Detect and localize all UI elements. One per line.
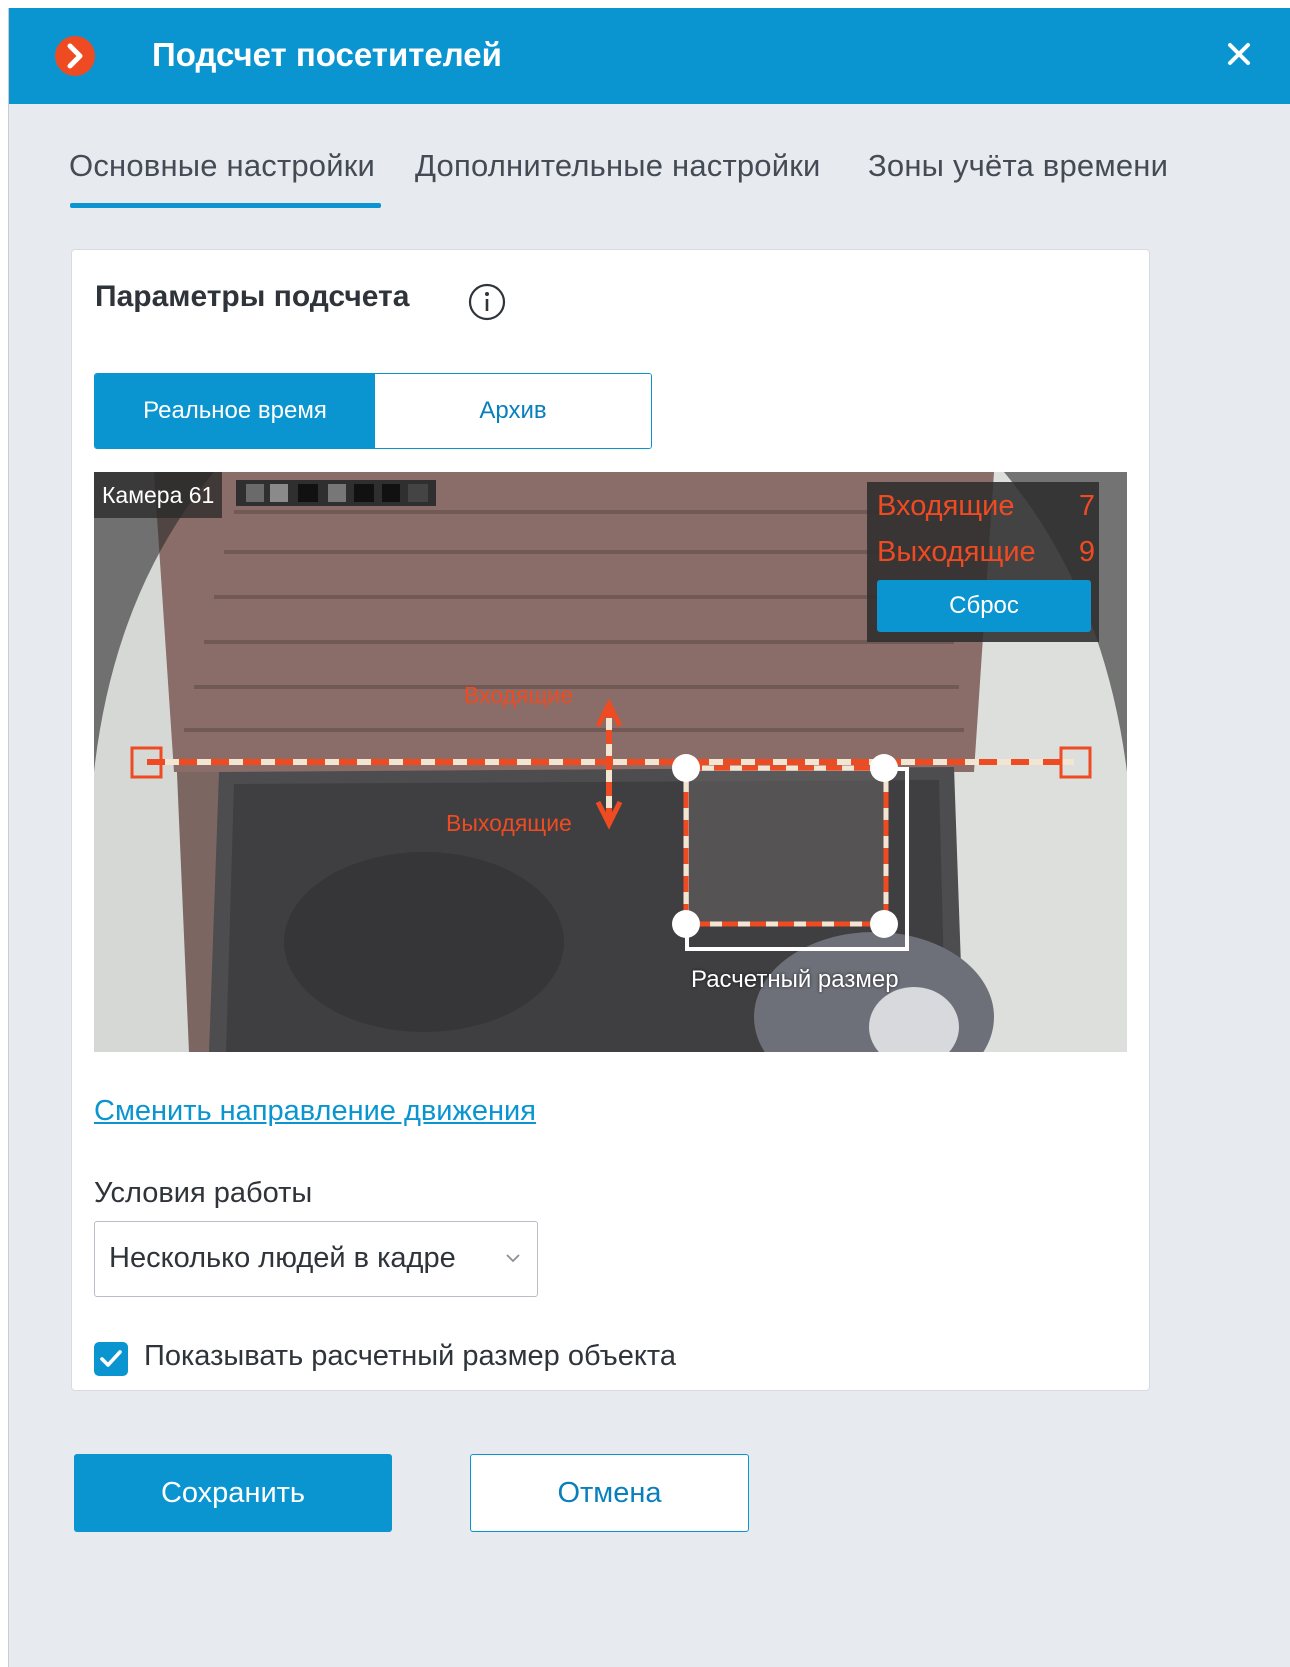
outgoing-direction-label: Выходящие bbox=[446, 810, 572, 836]
tab-basic-settings[interactable]: Основные настройки bbox=[69, 148, 375, 184]
checkmark-icon bbox=[100, 1350, 122, 1367]
tab-advanced-settings[interactable]: Дополнительные настройки bbox=[415, 148, 821, 184]
chevron-down-icon bbox=[506, 1254, 520, 1263]
outgoing-counter: Выходящие 9 bbox=[877, 536, 1095, 569]
change-direction-link[interactable]: Сменить направление движения bbox=[94, 1095, 536, 1128]
outgoing-counter-value: 9 bbox=[1078, 536, 1095, 568]
counting-parameters-panel: Параметры подсчета Реальное время Архив bbox=[71, 249, 1150, 1391]
camera-view[interactable]: Камера 61 Входящие 7 Выходящие 9 Сброс В… bbox=[94, 472, 1127, 1052]
incoming-counter-value: 7 bbox=[1078, 490, 1095, 522]
incoming-counter-label: Входящие bbox=[877, 490, 1015, 522]
dialog-window: Подсчет посетителей Основные настройки Д… bbox=[8, 8, 1290, 1667]
tab-time-zones[interactable]: Зоны учёта времени bbox=[868, 148, 1168, 184]
section-title: Параметры подсчета bbox=[95, 280, 410, 313]
estimated-size-label: Расчетный размер bbox=[691, 966, 899, 993]
incoming-direction-label: Входящие bbox=[464, 682, 574, 708]
archive-mode-button[interactable]: Архив bbox=[375, 374, 651, 448]
active-tab-indicator bbox=[70, 203, 381, 208]
cancel-button[interactable]: Отмена bbox=[470, 1454, 749, 1532]
mode-switch: Реальное время Архив bbox=[94, 373, 652, 449]
app-logo-icon bbox=[55, 36, 95, 76]
window-title: Подсчет посетителей bbox=[152, 36, 502, 73]
show-size-checkbox[interactable] bbox=[94, 1342, 128, 1376]
reset-button[interactable]: Сброс bbox=[877, 580, 1091, 632]
pixelated-timestamp bbox=[236, 480, 436, 506]
close-icon bbox=[1228, 43, 1250, 65]
title-bar: Подсчет посетителей bbox=[9, 8, 1290, 104]
work-conditions-select[interactable]: Несколько людей в кадре bbox=[94, 1221, 538, 1297]
work-conditions-value: Несколько людей в кадре bbox=[109, 1242, 456, 1274]
tab-bar: Основные настройки Дополнительные настро… bbox=[69, 148, 1269, 218]
show-size-checkbox-label: Показывать расчетный размер объекта bbox=[144, 1340, 676, 1372]
save-button[interactable]: Сохранить bbox=[74, 1454, 392, 1532]
incoming-counter: Входящие 7 bbox=[877, 490, 1095, 523]
counter-overlay: Входящие 7 Выходящие 9 Сброс bbox=[867, 482, 1099, 642]
camera-label: Камера 61 bbox=[94, 472, 223, 518]
camera-name: Камера 61 bbox=[102, 482, 215, 508]
work-conditions-label: Условия работы bbox=[94, 1177, 313, 1209]
outgoing-counter-label: Выходящие bbox=[877, 536, 1036, 568]
close-button[interactable] bbox=[1217, 32, 1261, 76]
info-icon[interactable] bbox=[467, 282, 507, 322]
realtime-mode-button[interactable]: Реальное время bbox=[95, 374, 375, 448]
